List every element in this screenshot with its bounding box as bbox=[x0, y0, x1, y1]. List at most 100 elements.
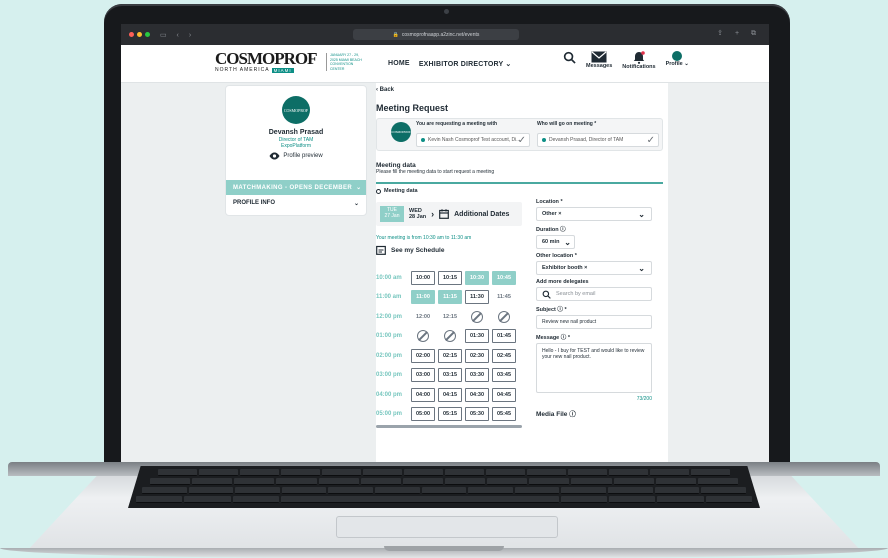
time-slot[interactable]: 03:30 bbox=[465, 368, 489, 383]
grid-scrollbar[interactable] bbox=[376, 425, 522, 428]
info-icon[interactable]: ⓘ bbox=[569, 411, 576, 418]
key-row bbox=[158, 469, 730, 476]
user-name: Devansh Prasad bbox=[268, 129, 324, 136]
cosmoprof-logo[interactable]: COSMOPROF NORTH AMERICA MIAMI JANUARY 27… bbox=[215, 50, 362, 77]
time-row: 01:00 pm 01:30 01:45 bbox=[376, 327, 520, 347]
message-label: Message bbox=[536, 335, 560, 341]
profile-info-toggle[interactable]: PROFILE INFO ⌄ bbox=[233, 200, 359, 207]
time-slot[interactable]: 01:45 bbox=[492, 329, 516, 344]
browser-toolbar: ▭ ‹ › 🔒 cosmoprofnaapp.a2zinc.net/events… bbox=[121, 24, 769, 45]
time-slot[interactable]: 03:00 bbox=[411, 368, 435, 383]
time-slot[interactable]: 01:30 bbox=[465, 329, 489, 344]
calendar-icon bbox=[439, 209, 450, 219]
time-slot-selected[interactable]: 11:00 bbox=[411, 290, 435, 305]
chevron-right-icon[interactable]: › bbox=[431, 209, 434, 219]
time-slot[interactable]: 12:00 bbox=[411, 310, 435, 324]
time-slot[interactable]: 03:45 bbox=[492, 368, 516, 383]
time-row: 04:00 pm 04:00 04:15 04:30 04:45 bbox=[376, 385, 520, 405]
chevron-down-icon: ⌄ bbox=[564, 238, 571, 247]
hour-label: 01:00 pm bbox=[376, 333, 403, 340]
trackpad[interactable] bbox=[336, 516, 558, 538]
date-wed[interactable]: WED 28 Jan bbox=[409, 208, 426, 220]
browser-nav-icons[interactable]: ▭ ‹ › bbox=[160, 31, 195, 39]
time-row: 05:00 pm 05:00 05:15 05:30 05:45 bbox=[376, 405, 520, 425]
close-window-button[interactable] bbox=[129, 32, 134, 37]
checkmark-icon: ✓ bbox=[517, 135, 526, 146]
maximize-window-button[interactable] bbox=[145, 32, 150, 37]
info-icon[interactable]: ⓘ bbox=[560, 227, 566, 233]
profile-avatar-icon bbox=[672, 51, 683, 61]
time-slot[interactable]: 11:45 bbox=[492, 290, 516, 304]
time-slot[interactable]: 05:00 bbox=[411, 407, 435, 422]
see-schedule-label: See my Schedule bbox=[391, 246, 445, 254]
status-dot-icon bbox=[421, 138, 425, 142]
time-slot[interactable]: 02:30 bbox=[465, 348, 489, 363]
other-location-select[interactable]: Exhibitor booth × ⌄ bbox=[536, 261, 652, 275]
time-slot[interactable]: 02:15 bbox=[438, 348, 462, 363]
additional-dates-button[interactable]: Additional Dates bbox=[439, 209, 509, 219]
delegates-search-input[interactable]: Search by email bbox=[536, 287, 652, 301]
time-slot[interactable]: 05:45 bbox=[492, 407, 516, 422]
nav-exhibitor-directory[interactable]: EXHIBITOR DIRECTORY ⌄ bbox=[419, 60, 512, 68]
meeting-data-radio[interactable]: Meeting data bbox=[376, 188, 418, 194]
minimize-window-button[interactable] bbox=[137, 32, 142, 37]
hour-label: 02:00 pm bbox=[376, 352, 403, 359]
subject-label: Subject bbox=[536, 307, 556, 313]
blocked-icon bbox=[417, 330, 429, 343]
profile-label-row: Profile ⌄ bbox=[665, 61, 689, 67]
time-slot[interactable]: 04:15 bbox=[438, 387, 462, 402]
duration-select[interactable]: 60 min ⌄ bbox=[536, 235, 575, 249]
time-slot[interactable]: 02:45 bbox=[492, 348, 516, 363]
time-slot[interactable]: 05:30 bbox=[465, 407, 489, 422]
see-schedule-link[interactable]: See my Schedule bbox=[376, 245, 444, 255]
other-location-value: Exhibitor booth × bbox=[542, 265, 588, 271]
time-slot[interactable]: 10:00 bbox=[411, 270, 435, 285]
location-select[interactable]: Other × ⌄ bbox=[536, 207, 652, 221]
time-slot-selected[interactable]: 10:30 bbox=[465, 270, 489, 285]
time-slot[interactable]: 10:15 bbox=[438, 270, 462, 285]
location-value: Other × bbox=[542, 211, 562, 217]
subject-input[interactable]: Review new nail product bbox=[536, 315, 652, 329]
time-slot[interactable]: 04:30 bbox=[465, 387, 489, 402]
info-icon[interactable]: ⓘ bbox=[557, 307, 563, 313]
chevron-down-icon: ⌄ bbox=[356, 185, 362, 191]
radio-icon bbox=[376, 188, 381, 194]
delegates-placeholder: Search by email bbox=[556, 291, 596, 297]
time-slot-selected[interactable]: 10:45 bbox=[492, 270, 516, 285]
matchmaking-toggle[interactable]: MATCHMAKING - OPENS DECEMBER ⌄ bbox=[226, 180, 366, 195]
matchmaking-label: MATCHMAKING - OPENS DECEMBER bbox=[233, 184, 353, 191]
browser-actions-icons[interactable]: ⇪ + ⧉ bbox=[717, 29, 761, 38]
date-tue[interactable]: TUE 27 Jan bbox=[380, 206, 404, 222]
time-slot-selected[interactable]: 11:15 bbox=[438, 290, 462, 305]
message-textarea[interactable]: Hello - I buy for TEST and would like to… bbox=[536, 343, 652, 393]
time-slot[interactable]: 04:45 bbox=[492, 387, 516, 402]
time-slot[interactable]: 11:30 bbox=[465, 290, 489, 305]
time-slot[interactable]: 03:15 bbox=[438, 368, 462, 383]
time-slot[interactable]: 05:15 bbox=[438, 407, 462, 422]
notifications-button[interactable]: Notifications bbox=[622, 51, 656, 70]
meeting-request-panel: ‹ Back Meeting Request COSMOPROF You are… bbox=[376, 83, 668, 462]
nav-home[interactable]: HOME bbox=[388, 60, 410, 68]
hour-label: 12:00 pm bbox=[376, 313, 403, 320]
requesting-field: Kevin Nash Cosmoprof Test account, Di...… bbox=[416, 133, 530, 147]
info-icon[interactable]: ⓘ bbox=[561, 335, 567, 341]
date-selector: TUE 27 Jan WED 28 Jan › Additional Dates bbox=[376, 202, 522, 226]
exhibitor-avatar: COSMOPROF bbox=[391, 122, 411, 142]
back-link[interactable]: ‹ Back bbox=[376, 87, 394, 93]
meeting-participants: COSMOPROF You are requesting a meeting w… bbox=[376, 118, 663, 151]
who-field[interactable]: Devansh Prasad, Director of TAM ✓ bbox=[537, 133, 659, 147]
exhibitor-avatar-text: COSMOPROF bbox=[391, 130, 411, 134]
messages-button[interactable]: Messages bbox=[586, 51, 612, 69]
address-bar[interactable]: 🔒 cosmoprofnaapp.a2zinc.net/events bbox=[353, 29, 519, 40]
blocked-icon bbox=[444, 330, 456, 343]
time-slot[interactable]: 12:15 bbox=[438, 310, 462, 324]
profile-button[interactable]: Profile ⌄ bbox=[666, 51, 689, 67]
subject-label-row: Subject ⓘ * bbox=[536, 307, 567, 313]
profile-preview-link[interactable]: Profile preview bbox=[226, 152, 366, 160]
time-slot[interactable]: 04:00 bbox=[411, 387, 435, 402]
blocked-icon bbox=[498, 310, 510, 323]
header-actions: Messages Notifications Profile ⌄ bbox=[563, 51, 689, 70]
chevron-down-icon: ⌄ bbox=[638, 264, 645, 273]
search-button[interactable] bbox=[563, 51, 576, 64]
time-slot[interactable]: 02:00 bbox=[411, 348, 435, 363]
